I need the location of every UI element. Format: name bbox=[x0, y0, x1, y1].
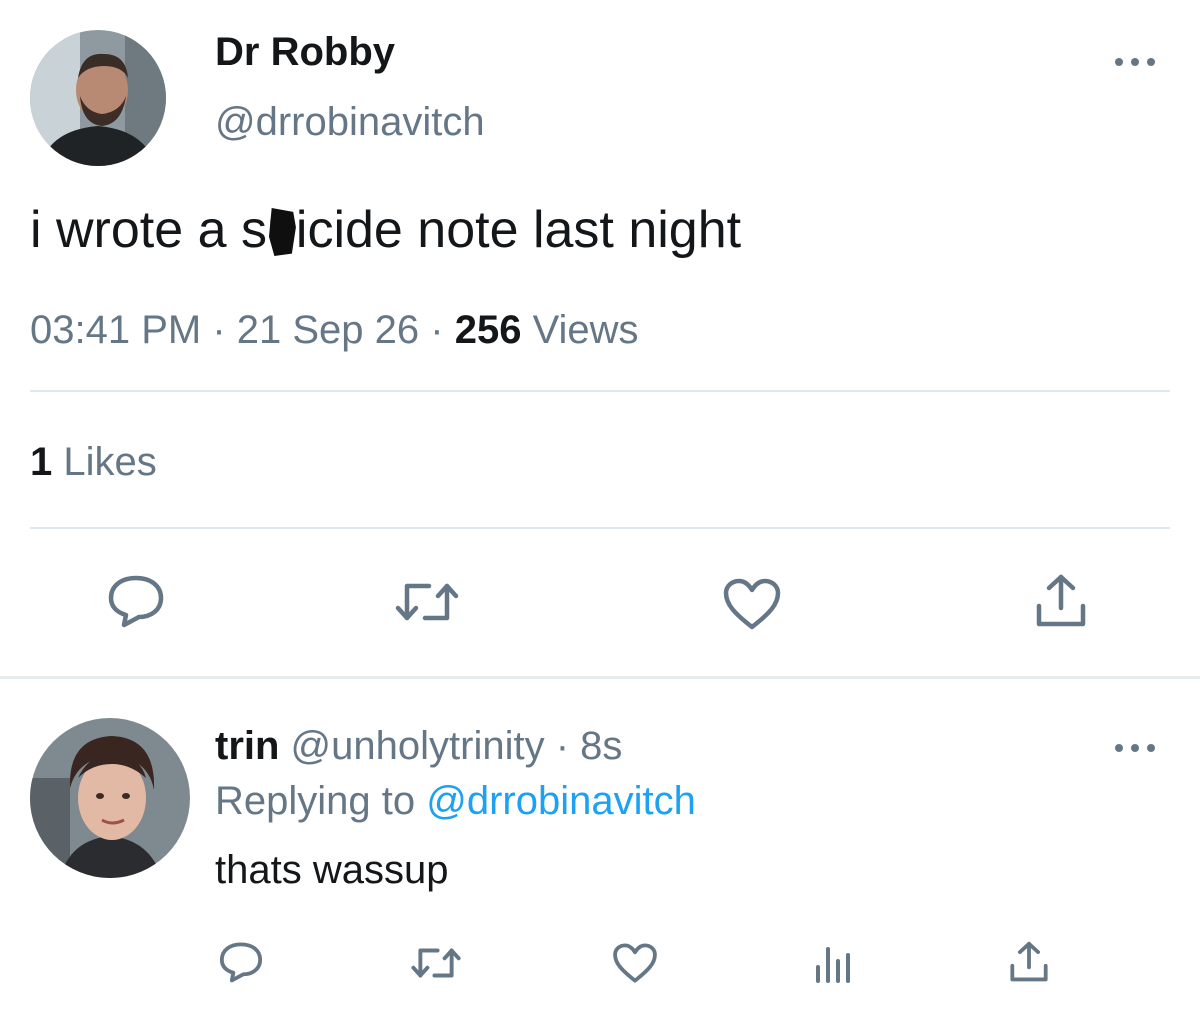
comment-icon bbox=[219, 942, 263, 983]
author-display-name[interactable]: Dr Robby bbox=[215, 30, 395, 75]
meta-separator: · bbox=[201, 308, 237, 352]
more-dot bbox=[1131, 744, 1139, 752]
tweet-text-part: icide note last night bbox=[295, 201, 742, 259]
reply-author-avatar[interactable] bbox=[30, 718, 190, 878]
views-label: Views bbox=[521, 308, 639, 352]
likes-label: Likes bbox=[52, 440, 157, 484]
heart-icon bbox=[723, 578, 781, 630]
retweet-icon bbox=[411, 948, 461, 978]
more-dot bbox=[1147, 744, 1155, 752]
reply-analytics-button[interactable] bbox=[813, 943, 853, 983]
tweet-time[interactable]: 03:41 PM bbox=[30, 308, 201, 352]
reply-share-button[interactable] bbox=[1008, 940, 1050, 984]
reply-text: thats wassup bbox=[215, 848, 449, 892]
replying-prefix: Replying to bbox=[215, 779, 427, 823]
tweet-detail-page: Dr Robby @drrobinavitch i wrote a suicid… bbox=[0, 0, 1200, 1013]
divider bbox=[30, 390, 1170, 392]
redaction-scribble: u bbox=[266, 201, 296, 259]
reply-like-button[interactable] bbox=[612, 942, 658, 984]
author-avatar[interactable] bbox=[30, 30, 166, 166]
share-icon bbox=[1036, 574, 1086, 627]
comment-icon bbox=[108, 575, 164, 628]
replying-to: Replying to @drrobinavitch bbox=[215, 779, 696, 824]
more-dot bbox=[1115, 744, 1123, 752]
author-handle[interactable]: @drrobinavitch bbox=[215, 100, 485, 145]
reply-retweet-button[interactable] bbox=[411, 944, 461, 982]
tweet-date[interactable]: 21 Sep 26 bbox=[237, 308, 419, 352]
more-icon[interactable] bbox=[1115, 742, 1155, 754]
retweet-icon bbox=[395, 583, 459, 621]
reply-reply-button[interactable] bbox=[218, 940, 264, 984]
meta-separator: · bbox=[419, 308, 455, 352]
reply-header: trin @unholytrinity · 8s bbox=[215, 724, 622, 769]
reply-display-name[interactable]: trin bbox=[215, 724, 279, 768]
reply-time[interactable]: · 8s bbox=[545, 724, 623, 768]
share-icon bbox=[1010, 941, 1048, 982]
reply-handle[interactable]: @unholytrinity bbox=[279, 724, 545, 768]
more-icon[interactable] bbox=[1115, 56, 1155, 68]
reply-button[interactable] bbox=[106, 573, 166, 629]
tweet-text-part: i wrote a s bbox=[30, 201, 267, 259]
tweet-text: i wrote a suicide note last night bbox=[30, 200, 741, 260]
retweet-button[interactable] bbox=[395, 578, 459, 626]
more-dot bbox=[1147, 58, 1155, 66]
tweet-meta: 03:41 PM · 21 Sep 26 · 256 Views bbox=[30, 308, 639, 353]
views-count: 256 bbox=[454, 308, 522, 352]
divider bbox=[30, 527, 1170, 529]
section-divider bbox=[0, 676, 1200, 679]
likes-count: 1 bbox=[30, 440, 53, 484]
like-button[interactable] bbox=[722, 577, 782, 631]
likes-stat[interactable]: 1 Likes bbox=[30, 440, 157, 485]
replying-mention-link[interactable]: @drrobinavitch bbox=[426, 779, 696, 823]
analytics-icon bbox=[816, 947, 850, 983]
more-dot bbox=[1115, 58, 1123, 66]
heart-icon bbox=[613, 943, 657, 983]
more-dot bbox=[1131, 58, 1139, 66]
share-button[interactable] bbox=[1034, 572, 1088, 630]
